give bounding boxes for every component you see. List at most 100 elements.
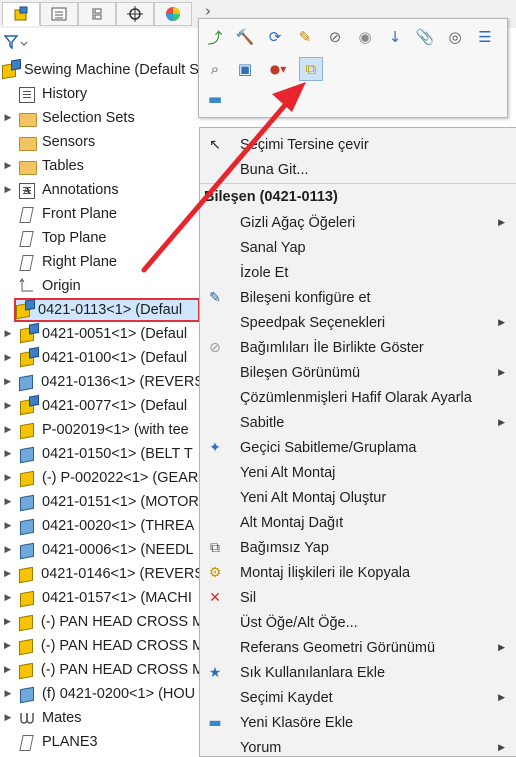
menu-item[interactable]: Üst Öğe/Alt Öğe... bbox=[200, 610, 516, 635]
part-icon bbox=[18, 446, 36, 464]
menu-item[interactable]: Buna Git... bbox=[200, 157, 516, 182]
expand-arrow-icon[interactable]: ▶ bbox=[4, 689, 12, 699]
tree-item[interactable]: Top Plane bbox=[0, 226, 200, 250]
menu-item[interactable]: ✎ Bileşeni konfigüre et bbox=[200, 285, 516, 310]
configuration-manager-tab[interactable] bbox=[78, 2, 116, 26]
expand-arrow-icon[interactable]: ▶ bbox=[4, 113, 12, 123]
menu-item[interactable]: Seçimi Kaydet ▶ bbox=[200, 685, 516, 710]
tree-item[interactable]: ▶ Tables bbox=[0, 154, 200, 178]
tree-item[interactable]: ▶ 0421-0151<1> (MOTOR bbox=[0, 490, 200, 514]
menu-item[interactable]: Yeni Alt Montaj bbox=[200, 460, 516, 485]
tree-item[interactable]: ▶ (f) 0421-0200<1> (HOU bbox=[0, 682, 200, 706]
properties-icon[interactable]: ☰ bbox=[473, 25, 497, 49]
tree-item[interactable]: ▶ 0421-0150<1> (BELT T bbox=[0, 442, 200, 466]
menu-item[interactable]: ★ Sık Kullanılanlara Ekle bbox=[200, 660, 516, 685]
tree-item[interactable]: ▶ (-) PAN HEAD CROSS M bbox=[0, 610, 200, 634]
menu-item[interactable]: İzole Et bbox=[200, 260, 516, 285]
expand-arrow-icon[interactable]: ▶ bbox=[4, 353, 12, 363]
tree-item[interactable]: ▶ A Annotations bbox=[0, 178, 200, 202]
tree-item[interactable]: ▶ 0421-0136<1> (REVERS bbox=[0, 370, 200, 394]
expand-arrow-icon[interactable]: ▶ bbox=[4, 425, 12, 435]
tree-item[interactable]: ▶ Selection Sets bbox=[0, 106, 200, 130]
expand-arrow-icon[interactable]: ▶ bbox=[4, 617, 11, 627]
isolate-icon[interactable]: ◎ bbox=[443, 25, 467, 49]
tree-item[interactable]: ▶ 0421-0006<1> (NEEDL bbox=[0, 538, 200, 562]
expand-arrow-icon[interactable]: ▶ bbox=[4, 713, 12, 723]
menu-item[interactable]: ⧉ Bağımsız Yap bbox=[200, 535, 516, 560]
menu-item-label: Bağımlıları İle Birlikte Göster bbox=[240, 339, 424, 356]
expand-arrow-icon[interactable]: ▶ bbox=[4, 545, 12, 555]
tree-item[interactable]: PLANE3 bbox=[0, 730, 200, 754]
dimxpert-tab[interactable] bbox=[116, 2, 154, 26]
part-icon bbox=[18, 518, 36, 536]
property-manager-tab[interactable] bbox=[40, 2, 78, 26]
menu-item[interactable]: ✕ Sil bbox=[200, 585, 516, 610]
tree-item-selected[interactable]: ▶0421-0113<1> (Defaul bbox=[14, 298, 200, 322]
tree-item[interactable]: ▶ 0421-0020<1> (THREA bbox=[0, 514, 200, 538]
appearance-icon[interactable]: ✎ bbox=[293, 25, 317, 49]
tree-item[interactable]: Sewing Machine (Default S bbox=[0, 58, 200, 82]
menu-item[interactable]: Gizli Ağaç Öğeleri ▶ bbox=[200, 210, 516, 235]
open-part-icon[interactable]: ▣ bbox=[233, 57, 257, 81]
assembly-update-icon[interactable]: ⟳ bbox=[263, 25, 287, 49]
feature-manager-tab[interactable] bbox=[2, 2, 40, 26]
tree-item[interactable]: Sensors bbox=[0, 130, 200, 154]
menu-item[interactable]: Speedpak Seçenekleri ▶ bbox=[200, 310, 516, 335]
origin-icon bbox=[18, 278, 36, 294]
expand-arrow-icon[interactable]: ▶ bbox=[4, 593, 12, 603]
menu-item[interactable]: Sabitle ▶ bbox=[200, 410, 516, 435]
menu-item[interactable]: Çözümlenmişleri Hafif Olarak Ayarla bbox=[200, 385, 516, 410]
tree-item[interactable]: ▶ 0421-0051<1> (Defaul bbox=[0, 322, 200, 346]
menu-item[interactable]: ⚙ Montaj İlişkileri ile Kopyala bbox=[200, 560, 516, 585]
tree-item[interactable]: ▶ (-) PAN HEAD CROSS M bbox=[0, 634, 200, 658]
menu-item[interactable]: ▬ Yeni Klasöre Ekle bbox=[200, 710, 516, 735]
tree-item[interactable]: ▶ 0421-0146<1> (REVERS bbox=[0, 562, 200, 586]
expand-arrow-icon[interactable]: ▶ bbox=[4, 473, 12, 483]
make-independent-icon[interactable]: ⧉ bbox=[299, 57, 323, 81]
menu-item[interactable]: ⊘ Bağımlıları İle Birlikte Göster bbox=[200, 335, 516, 360]
menu-item[interactable]: Yeni Alt Montaj Oluştur bbox=[200, 485, 516, 510]
expand-arrow-icon[interactable]: ▶ bbox=[4, 449, 12, 459]
expand-arrow-icon[interactable]: ▶ bbox=[4, 185, 12, 195]
paperclip-icon[interactable]: 📎 bbox=[413, 25, 437, 49]
menu-item[interactable]: Sanal Yap bbox=[200, 235, 516, 260]
menu-item[interactable]: Yorum ▶ bbox=[200, 735, 516, 756]
expand-arrow-icon[interactable]: ▶ bbox=[4, 377, 11, 387]
tree-item[interactable]: Right Plane bbox=[0, 250, 200, 274]
expand-arrow-icon[interactable]: ▶ bbox=[4, 401, 12, 411]
crosshair-icon bbox=[127, 6, 143, 22]
zoom-to-selection-icon[interactable]: ⌕ bbox=[203, 57, 227, 81]
edit-component-icon[interactable]: ⤴ bbox=[203, 25, 227, 49]
expand-arrow-icon[interactable]: ▶ bbox=[4, 329, 12, 339]
expand-arrow-icon[interactable]: ▶ bbox=[4, 569, 11, 579]
tree-item[interactable]: ▶ (-) P-002022<1> (GEAR bbox=[0, 466, 200, 490]
menu-item[interactable]: Bileşen Görünümü ▶ bbox=[200, 360, 516, 385]
appearance-dropdown-icon[interactable]: ●▾ bbox=[263, 57, 293, 81]
tree-item[interactable]: ▶ (-) PAN HEAD CROSS M bbox=[0, 658, 200, 682]
tree-item[interactable]: ▶ 0421-0157<1> (MACHI bbox=[0, 586, 200, 610]
menu-item[interactable]: Referans Geometri Görünümü ▶ bbox=[200, 635, 516, 660]
menu-item[interactable]: Alt Montaj Dağıt bbox=[200, 510, 516, 535]
menu-item[interactable]: ✦ Geçici Sabitleme/Gruplama bbox=[200, 435, 516, 460]
folder-icon[interactable]: ▬ bbox=[203, 87, 227, 111]
hammer-icon[interactable]: 🔨 bbox=[233, 25, 257, 49]
tree-item[interactable]: Origin bbox=[0, 274, 200, 298]
menu-item[interactable]: ↖ Seçimi Tersine çevir bbox=[200, 132, 516, 157]
move-component-icon[interactable]: ↓ bbox=[383, 25, 407, 49]
expand-arrow-icon[interactable]: ▶ bbox=[4, 665, 11, 675]
expand-arrow-icon[interactable]: ▶ bbox=[4, 497, 12, 507]
display-manager-tab[interactable] bbox=[154, 2, 192, 26]
tree-item[interactable]: ▶ 0421-0077<1> (Defaul bbox=[0, 394, 200, 418]
folder-icon: ▬ bbox=[208, 714, 222, 731]
tree-item[interactable]: Front Plane bbox=[0, 202, 200, 226]
expand-arrow-icon[interactable]: ▶ bbox=[4, 641, 11, 651]
tree-item[interactable]: ▶ Mates bbox=[0, 706, 200, 730]
tree-item[interactable]: ▶ 0421-0100<1> (Defaul bbox=[0, 346, 200, 370]
expand-arrow-icon[interactable]: ▶ bbox=[4, 521, 12, 531]
show-icon[interactable]: ◉ bbox=[353, 25, 377, 49]
expand-arrow-icon[interactable]: ▶ bbox=[4, 161, 12, 171]
tree-item[interactable]: History bbox=[0, 82, 200, 106]
filter-icon[interactable] bbox=[4, 34, 28, 52]
tree-item[interactable]: ▶ P-002019<1> (with tee bbox=[0, 418, 200, 442]
hide-icon[interactable]: ⊘ bbox=[323, 25, 347, 49]
